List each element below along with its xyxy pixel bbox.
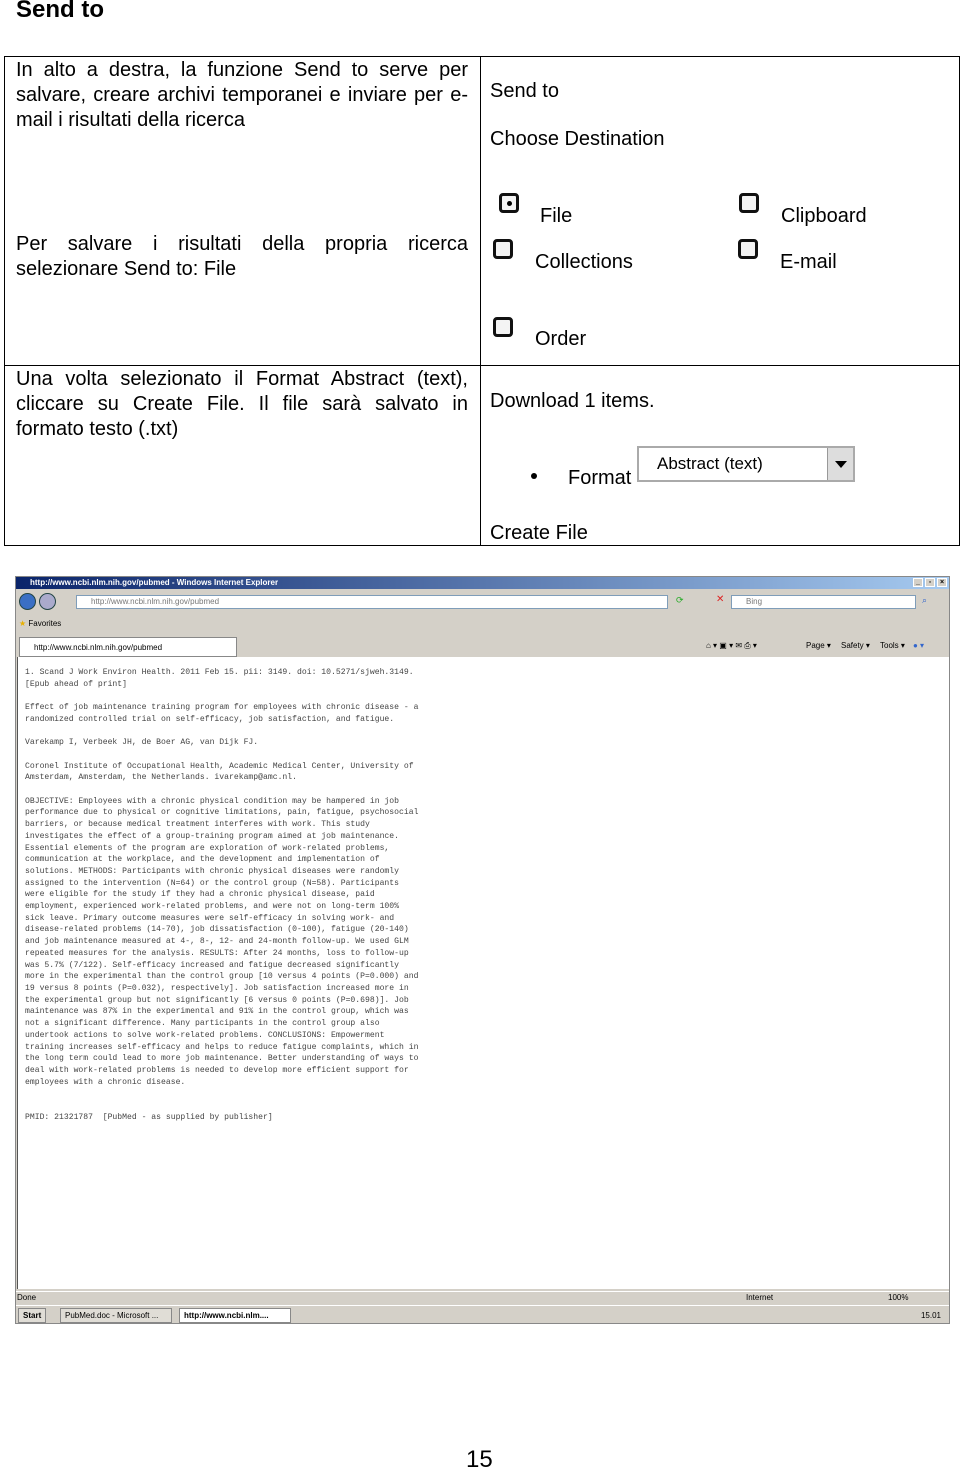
search-input[interactable]: Bing	[731, 595, 916, 609]
minimize-icon[interactable]: _	[913, 578, 923, 587]
favorites-label: Favorites	[28, 619, 62, 628]
command-tools[interactable]: Tools ▾	[880, 641, 905, 650]
option-file-label: File	[540, 205, 573, 227]
stop-icon[interactable]: ✕	[716, 594, 724, 605]
command-safety[interactable]: Safety ▾	[841, 641, 870, 650]
option-collections-label: Collections	[535, 251, 633, 273]
download-count: Download 1 items.	[490, 390, 655, 412]
radio-clipboard[interactable]	[739, 193, 759, 213]
format-select-value: Abstract (text)	[657, 454, 763, 473]
format-select[interactable]: Abstract (text)	[637, 446, 855, 482]
option-email-label: E-mail	[780, 251, 837, 273]
start-button[interactable]: Start	[18, 1308, 47, 1323]
window-title-bar: http://www.ncbi.nlm.nih.gov/pubmed - Win…	[16, 577, 949, 589]
taskbar: Start PubMed.doc - Microsoft ... http://…	[16, 1305, 949, 1323]
bullet	[531, 473, 537, 479]
intro-text: In alto a destra, la funzione Send to se…	[16, 59, 468, 131]
abstract-text: 1. Scand J Work Environ Health. 2011 Feb…	[25, 668, 419, 1122]
search-icon[interactable]: ⌕	[922, 595, 927, 606]
row-divider	[5, 365, 959, 366]
format-instructions: Una volta selezionato il Format Abstract…	[16, 368, 468, 440]
format-label: Format	[568, 467, 632, 489]
home-icon[interactable]: ⌂ ▾ ▣ ▾ ✉ ⎙ ▾	[706, 641, 757, 651]
status-bar: Done Internet 100%	[16, 1291, 949, 1303]
page-content: 1. Scand J Work Environ Health. 2011 Feb…	[17, 657, 949, 1289]
window-title: http://www.ncbi.nlm.nih.gov/pubmed - Win…	[30, 578, 279, 587]
column-divider	[480, 57, 481, 545]
taskbar-item-ie[interactable]: http://www.ncbi.nlm....	[179, 1308, 291, 1323]
address-bar[interactable]: http://www.ncbi.nlm.nih.gov/pubmed	[76, 595, 668, 609]
browser-screenshot: http://www.ncbi.nlm.nih.gov/pubmed - Win…	[15, 576, 950, 1324]
send-to-label: Send to	[490, 80, 559, 102]
taskbar-item-word[interactable]: PubMed.doc - Microsoft ...	[60, 1308, 172, 1323]
clock: 15.01	[920, 1311, 941, 1320]
option-clipboard-label: Clipboard	[781, 205, 867, 227]
zoom-level[interactable]: 100%	[888, 1293, 908, 1302]
forward-icon[interactable]	[39, 593, 56, 610]
choose-destination-label: Choose Destination	[490, 128, 665, 150]
status-text: Done	[17, 1293, 37, 1302]
maximize-icon[interactable]: ▫	[925, 578, 935, 587]
command-page[interactable]: Page ▾	[806, 641, 831, 650]
radio-collections[interactable]	[493, 239, 513, 259]
back-icon[interactable]	[19, 593, 36, 610]
section-heading: Send to	[16, 0, 104, 23]
refresh-icon[interactable]: ⟳	[676, 595, 684, 606]
radio-email[interactable]	[738, 239, 758, 259]
radio-file[interactable]	[499, 193, 519, 213]
help-icon[interactable]: ● ▾	[913, 641, 924, 650]
zone-label: Internet	[746, 1293, 774, 1302]
radio-order[interactable]	[493, 317, 513, 337]
option-order-label: Order	[535, 328, 587, 350]
favorites-button[interactable]: ★ Favorites	[19, 619, 61, 628]
browser-tab[interactable]: http://www.ncbi.nlm.nih.gov/pubmed	[19, 637, 237, 657]
save-instructions: Per salvare i risultati della propria ri…	[16, 233, 468, 280]
close-icon[interactable]: ×	[937, 578, 947, 587]
create-file-button[interactable]: Create File	[490, 521, 588, 546]
page-number: 15	[466, 1446, 493, 1473]
star-icon: ★	[19, 619, 27, 628]
chevron-down-icon[interactable]	[827, 448, 853, 480]
